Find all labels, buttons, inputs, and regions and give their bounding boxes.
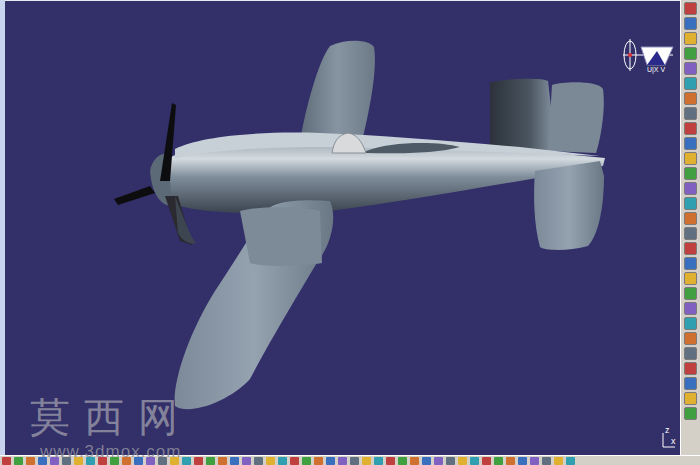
tool-icon[interactable] <box>2 457 11 465</box>
tool-icon[interactable] <box>470 457 479 465</box>
tool-icon[interactable] <box>684 197 697 210</box>
tool-icon[interactable] <box>374 457 383 465</box>
tool-icon[interactable] <box>482 457 491 465</box>
axis-icon: zx <box>655 427 679 451</box>
watermark-url: www.3dmox.com <box>40 442 181 462</box>
right-toolbar <box>680 0 700 455</box>
tool-icon[interactable] <box>684 362 697 375</box>
axis-label: z <box>665 425 670 435</box>
tool-icon[interactable] <box>350 457 359 465</box>
tool-icon[interactable] <box>684 17 697 30</box>
tool-icon[interactable] <box>266 457 275 465</box>
tool-icon[interactable] <box>410 457 419 465</box>
tool-icon[interactable] <box>684 317 697 330</box>
tool-icon[interactable] <box>290 457 299 465</box>
tool-icon[interactable] <box>506 457 515 465</box>
tool-icon[interactable] <box>684 257 697 270</box>
tool-icon[interactable] <box>494 457 503 465</box>
tool-icon[interactable] <box>684 242 697 255</box>
tool-icon[interactable] <box>684 377 697 390</box>
tool-icon[interactable] <box>684 272 697 285</box>
watermark-title: 莫西网 <box>30 394 192 440</box>
tool-icon[interactable] <box>242 457 251 465</box>
tool-icon[interactable] <box>278 457 287 465</box>
tool-icon[interactable] <box>386 457 395 465</box>
tool-icon[interactable] <box>684 407 697 420</box>
tool-icon[interactable] <box>314 457 323 465</box>
tool-icon[interactable] <box>684 392 697 405</box>
tool-icon[interactable] <box>182 457 191 465</box>
tool-icon[interactable] <box>684 332 697 345</box>
tool-icon[interactable] <box>684 92 697 105</box>
tool-icon[interactable] <box>684 137 697 150</box>
tool-icon[interactable] <box>684 227 697 240</box>
axis-label: x <box>671 436 676 446</box>
tool-icon[interactable] <box>446 457 455 465</box>
tool-icon[interactable] <box>684 2 697 15</box>
tool-icon[interactable] <box>684 77 697 90</box>
tool-icon[interactable] <box>554 457 563 465</box>
tool-icon[interactable] <box>194 457 203 465</box>
tool-icon[interactable] <box>566 457 575 465</box>
tool-icon[interactable] <box>422 457 431 465</box>
tool-icon[interactable] <box>542 457 551 465</box>
tool-icon[interactable] <box>362 457 371 465</box>
tool-icon[interactable] <box>458 457 467 465</box>
tool-icon[interactable] <box>684 32 697 45</box>
tool-icon[interactable] <box>254 457 263 465</box>
catia-window: U|X V zx 莫西网 www.3dmox.com <box>0 0 700 465</box>
compass-label: U|X V <box>647 65 665 74</box>
tool-icon[interactable] <box>338 457 347 465</box>
tool-icon[interactable] <box>684 62 697 75</box>
tool-icon[interactable] <box>684 347 697 360</box>
tool-icon[interactable] <box>684 167 697 180</box>
tool-icon[interactable] <box>684 212 697 225</box>
tool-icon[interactable] <box>530 457 539 465</box>
tool-icon[interactable] <box>302 457 311 465</box>
tool-icon[interactable] <box>14 457 23 465</box>
tool-icon[interactable] <box>398 457 407 465</box>
tool-icon[interactable] <box>230 457 239 465</box>
3d-viewport[interactable]: U|X V zx <box>5 0 680 455</box>
tool-icon[interactable] <box>218 457 227 465</box>
tool-icon[interactable] <box>326 457 335 465</box>
tool-icon[interactable] <box>434 457 443 465</box>
tool-icon[interactable] <box>684 107 697 120</box>
tool-icon[interactable] <box>684 302 697 315</box>
tool-icon[interactable] <box>684 47 697 60</box>
tool-icon[interactable] <box>684 182 697 195</box>
tool-icon[interactable] <box>206 457 215 465</box>
tool-icon[interactable] <box>518 457 527 465</box>
tool-icon[interactable] <box>684 122 697 135</box>
tool-icon[interactable] <box>684 152 697 165</box>
compass-icon[interactable]: U|X V <box>617 37 677 77</box>
aircraft-model-icon[interactable] <box>5 1 680 455</box>
tool-icon[interactable] <box>26 457 35 465</box>
tool-icon[interactable] <box>684 287 697 300</box>
